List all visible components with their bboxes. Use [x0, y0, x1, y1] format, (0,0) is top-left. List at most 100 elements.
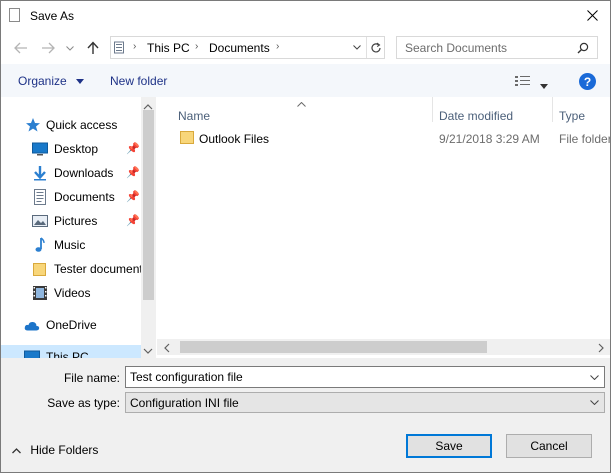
new-folder-button[interactable]: New folder	[110, 74, 167, 88]
pin-icon: 📌	[126, 167, 140, 179]
chevron-down-icon	[590, 375, 599, 380]
file-name: Outlook Files	[199, 132, 270, 146]
folder-icon	[33, 263, 46, 276]
arrow-right-icon	[42, 42, 55, 54]
pc-icon	[114, 41, 124, 54]
save-as-type-select[interactable]: Configuration INI file	[125, 392, 605, 413]
scrollbar-thumb[interactable]	[143, 110, 154, 300]
search-input[interactable]: Search Documents	[405, 41, 507, 55]
nav-label: Downloads	[54, 166, 114, 180]
chevron-down-icon	[590, 400, 599, 405]
nav-item-onedrive[interactable]: OneDrive	[1, 313, 141, 337]
hide-folders-toggle[interactable]: Hide Folders	[12, 443, 98, 457]
scrollbar-thumb[interactable]	[180, 341, 487, 353]
close-button[interactable]	[575, 0, 610, 30]
title-bar	[0, 0, 611, 32]
nav-label: Videos	[54, 286, 91, 300]
nav-item-documents[interactable]: Documents 📌	[1, 185, 141, 209]
breadcrumb-documents[interactable]: Documents	[209, 41, 270, 55]
recent-locations-button[interactable]	[64, 42, 76, 54]
file-name-value: Test configuration file	[130, 370, 243, 384]
download-icon	[34, 166, 46, 181]
column-header-date[interactable]: Date modified	[439, 109, 513, 123]
chevron-down-icon	[143, 348, 153, 354]
star-icon	[26, 118, 40, 132]
pc-icon	[24, 350, 40, 358]
breadcrumb-this-pc[interactable]: This PC	[147, 41, 190, 55]
details-view-icon	[515, 76, 530, 86]
address-bar[interactable]: › This PC › Documents ›	[110, 36, 385, 59]
help-icon: ?	[583, 74, 592, 89]
window-title: Save As	[30, 9, 75, 23]
up-button[interactable]	[85, 39, 101, 56]
cloud-icon	[24, 321, 40, 331]
search-icon	[577, 42, 589, 54]
column-divider[interactable]	[432, 97, 433, 122]
nav-item-this-pc[interactable]: This PC	[1, 345, 141, 358]
save-as-type-label: Save as type:	[47, 396, 120, 410]
desktop-icon	[32, 142, 48, 156]
forward-button[interactable]	[40, 40, 56, 56]
breadcrumb-separator-icon: ›	[276, 41, 280, 52]
arrow-up-icon	[87, 40, 99, 54]
nav-label: Tester document	[54, 262, 143, 276]
document-icon	[34, 189, 46, 205]
nav-item-desktop[interactable]: Desktop 📌	[1, 137, 141, 161]
close-icon	[587, 9, 598, 21]
refresh-icon	[370, 42, 381, 52]
scroll-down-button[interactable]	[143, 343, 153, 357]
hide-folders-label: Hide Folders	[30, 443, 99, 457]
pin-icon: 📌	[126, 143, 140, 155]
cancel-label: Cancel	[530, 439, 568, 453]
scroll-right-button[interactable]	[598, 342, 604, 356]
picture-icon	[32, 215, 48, 227]
view-dropdown-button[interactable]	[540, 78, 548, 92]
save-as-type-value: Configuration INI file	[130, 396, 239, 410]
save-button[interactable]: Save	[406, 434, 492, 458]
view-options-button[interactable]	[515, 75, 531, 87]
file-type: File folder	[559, 132, 611, 146]
music-icon	[35, 237, 45, 252]
file-date: 9/21/2018 3:29 AM	[439, 132, 540, 146]
nav-item-downloads[interactable]: Downloads 📌	[1, 161, 141, 185]
nav-item-quick-access[interactable]: Quick access	[1, 113, 141, 137]
help-button[interactable]: ?	[579, 73, 596, 90]
breadcrumb-separator-icon: ›	[133, 41, 137, 52]
video-icon	[33, 286, 47, 300]
nav-item-videos[interactable]: Videos	[1, 281, 141, 305]
navigation-pane: Quick access Desktop 📌 Downloads 📌 Docum…	[1, 97, 156, 358]
chevron-right-icon	[598, 343, 604, 353]
file-name-label: File name:	[63, 371, 120, 385]
arrow-left-icon	[14, 42, 27, 54]
organize-button[interactable]: Organize	[18, 74, 85, 88]
pin-icon: 📌	[126, 191, 140, 203]
nav-label: OneDrive	[46, 318, 97, 332]
breadcrumb-separator-icon: ›	[195, 41, 199, 52]
nav-item-pictures[interactable]: Pictures 📌	[1, 209, 141, 233]
cancel-button[interactable]: Cancel	[506, 434, 592, 458]
file-name-field[interactable]: Test configuration file	[125, 366, 605, 388]
nav-label: Desktop	[54, 142, 99, 156]
sort-ascending-icon	[297, 96, 306, 110]
nav-item-music[interactable]: Music	[1, 233, 141, 257]
caret-down-icon	[76, 79, 85, 85]
search-box[interactable]: Search Documents	[396, 36, 598, 59]
organize-label: Organize	[18, 74, 67, 88]
chevron-up-icon	[12, 447, 21, 454]
address-dropdown-button[interactable]	[348, 37, 366, 58]
column-header-type[interactable]: Type	[559, 109, 585, 123]
save-label: Save	[435, 439, 463, 453]
refresh-button[interactable]	[366, 37, 384, 58]
back-button[interactable]	[13, 40, 29, 56]
chevron-down-icon	[66, 45, 74, 51]
file-row[interactable]: Outlook Files 9/21/2018 3:29 AM File fol…	[157, 126, 611, 150]
nav-label: Documents	[54, 190, 115, 204]
document-icon	[9, 8, 20, 22]
column-header-name[interactable]: Name	[178, 109, 210, 123]
scroll-left-button[interactable]	[164, 342, 170, 356]
nav-label: Pictures	[54, 214, 98, 228]
column-divider[interactable]	[552, 97, 553, 122]
nav-label: This PC	[46, 350, 89, 358]
nav-item-tester-document[interactable]: Tester document	[1, 257, 143, 281]
pin-icon: 📌	[126, 215, 140, 227]
